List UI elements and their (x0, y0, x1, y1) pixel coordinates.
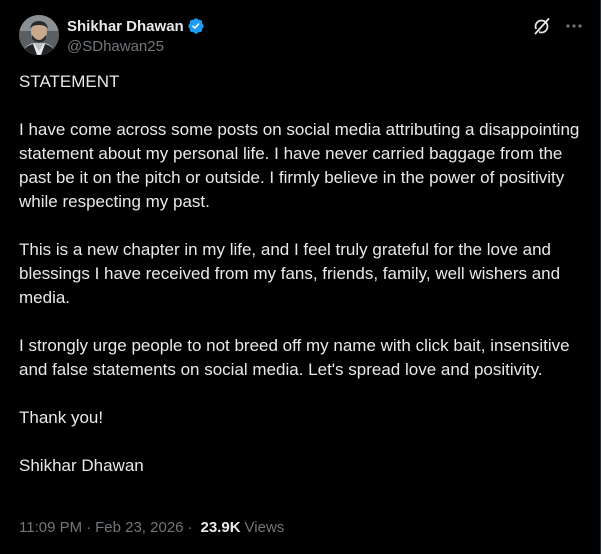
post-date[interactable]: Feb 23, 2026 (95, 519, 183, 536)
author-avatar[interactable] (19, 15, 59, 55)
author-name-row: Shikhar Dhawan (67, 16, 205, 36)
more-options-icon[interactable] (564, 16, 584, 36)
post-actions (532, 16, 584, 36)
author-display-name[interactable]: Shikhar Dhawan (67, 18, 184, 35)
author-info: Shikhar Dhawan @SDhawan25 (67, 16, 205, 55)
post-paragraph: I have come across some posts on social … (19, 120, 580, 211)
post-paragraph: Thank you! (19, 408, 104, 427)
avatar-image (19, 15, 59, 55)
meta-separator: · (86, 519, 92, 536)
post-paragraph: This is a new chapter in my life, and I … (19, 240, 561, 307)
views-count[interactable]: 23.9K (201, 519, 241, 536)
views-label: Views (244, 519, 285, 536)
post-paragraph: STATEMENT (19, 72, 120, 91)
post-card: Shikhar Dhawan @SDhawan25 STATEMENT I ha… (0, 0, 601, 554)
post-meta: 11:09 PM · Feb 23, 2026 · 23.9K Views (19, 519, 284, 536)
post-paragraph: I strongly urge people to not breed off … (19, 336, 570, 379)
post-time[interactable]: 11:09 PM (19, 519, 82, 536)
grok-icon[interactable] (532, 16, 552, 36)
post-text: STATEMENT I have come across some posts … (19, 70, 589, 478)
post-paragraph: Shikhar Dhawan (19, 456, 144, 475)
post-header: Shikhar Dhawan @SDhawan25 (19, 15, 205, 55)
author-handle[interactable]: @SDhawan25 (67, 38, 205, 55)
meta-separator: · (187, 519, 193, 536)
verified-badge-icon[interactable] (187, 17, 205, 35)
